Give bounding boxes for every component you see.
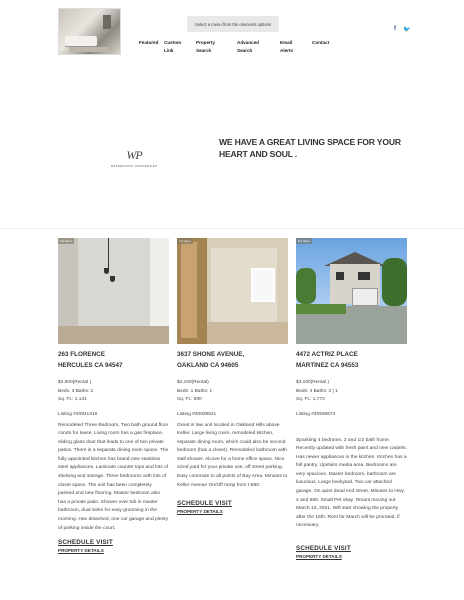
listing-photo[interactable]: For Rent bbox=[177, 238, 288, 344]
listing-number: Listing #40941319 bbox=[58, 411, 98, 417]
listing-facts: $2,100(Rental) Beds: 1 Baths: 1 Sq. Ft.: 8… bbox=[177, 380, 213, 402]
listing-description: Great in law unit located in Oakland Hil… bbox=[177, 422, 288, 488]
nav-item-email-alerts[interactable]: Email Alerts bbox=[280, 39, 293, 54]
nav-item-property-search[interactable]: Property Search bbox=[196, 39, 215, 54]
brand-logo[interactable]: WP WATERFRONT PROPERTIES bbox=[104, 148, 164, 168]
listing-address[interactable]: 4472 ACTRIZ PLACE MARTINEZ CA 94553 bbox=[296, 349, 407, 371]
nav-item-contact[interactable]: Contact bbox=[312, 39, 329, 47]
divider bbox=[0, 228, 464, 229]
property-details-link[interactable]: PROPERTY DETAILS bbox=[296, 554, 407, 559]
schedule-visit-link[interactable]: SCHEDULE VISIT bbox=[58, 539, 169, 546]
nav-item-advanced-search[interactable]: Advanced Search bbox=[237, 39, 259, 54]
logo-subtitle: WATERFRONT PROPERTIES bbox=[110, 164, 158, 168]
listing-photo[interactable]: For Rent bbox=[58, 238, 169, 344]
property-details-link[interactable]: PROPERTY DETAILS bbox=[177, 509, 288, 514]
listing-card: For Rent 3637 SHONE AVENUE, OAKLAND CA 94… bbox=[177, 238, 288, 514]
header-hero-image bbox=[58, 8, 121, 55]
status-badge: For Rent bbox=[58, 238, 74, 244]
listing-address[interactable]: 3637 SHONE AVENUE, OAKLAND CA 94605 bbox=[177, 349, 288, 371]
listing-number: Listing #40939621 bbox=[177, 411, 217, 417]
listing-number: Listing #40939673 bbox=[296, 411, 336, 417]
logo-mark: WP bbox=[126, 148, 142, 162]
listing-photo[interactable]: For Rent bbox=[296, 238, 407, 344]
listing-facts: $2,900(Rental ) Beds: 3 Baths: 2 Sq. Ft.: … bbox=[58, 380, 94, 402]
nav-item-custom-link[interactable]: Custom Link bbox=[164, 39, 181, 54]
listing-facts: $3,100(Rental ) Beds: 4 Baths: 2 | 1 Sq. F… bbox=[296, 380, 338, 402]
listing-address[interactable]: 263 FLORENCE HERCULES CA 94547 bbox=[58, 349, 169, 371]
property-details-link[interactable]: PROPERTY DETAILS bbox=[58, 548, 169, 553]
status-badge: For Rent bbox=[296, 238, 312, 244]
schedule-visit-link[interactable]: SCHEDULE VISIT bbox=[177, 500, 288, 507]
status-badge: For Rent bbox=[177, 238, 193, 244]
listing-description: Sparkling 4 bedroom, 2 and 1/2 bath home… bbox=[296, 437, 407, 529]
nav-item-featured[interactable]: Featured bbox=[139, 39, 158, 47]
banner-tagline: WE HAVE A GREAT LIVING SPACE FOR YOUR HE… bbox=[219, 137, 401, 159]
facebook-icon[interactable]: f bbox=[394, 26, 396, 32]
listing-card: For Rent 4472 ACTRIZ PLACE MARTINEZ CA 94… bbox=[296, 238, 407, 559]
menu-select[interactable]: Select a menu from the elements options bbox=[187, 16, 279, 32]
listing-card: For Rent 263 FLORENCE HERCULES CA 94547 $… bbox=[58, 238, 169, 553]
twitter-icon[interactable]: 🐦 bbox=[403, 26, 410, 33]
schedule-visit-link[interactable]: SCHEDULE VISIT bbox=[296, 545, 407, 552]
listing-description: Remodeled Three Bedroom, Two bath ground… bbox=[58, 422, 169, 531]
